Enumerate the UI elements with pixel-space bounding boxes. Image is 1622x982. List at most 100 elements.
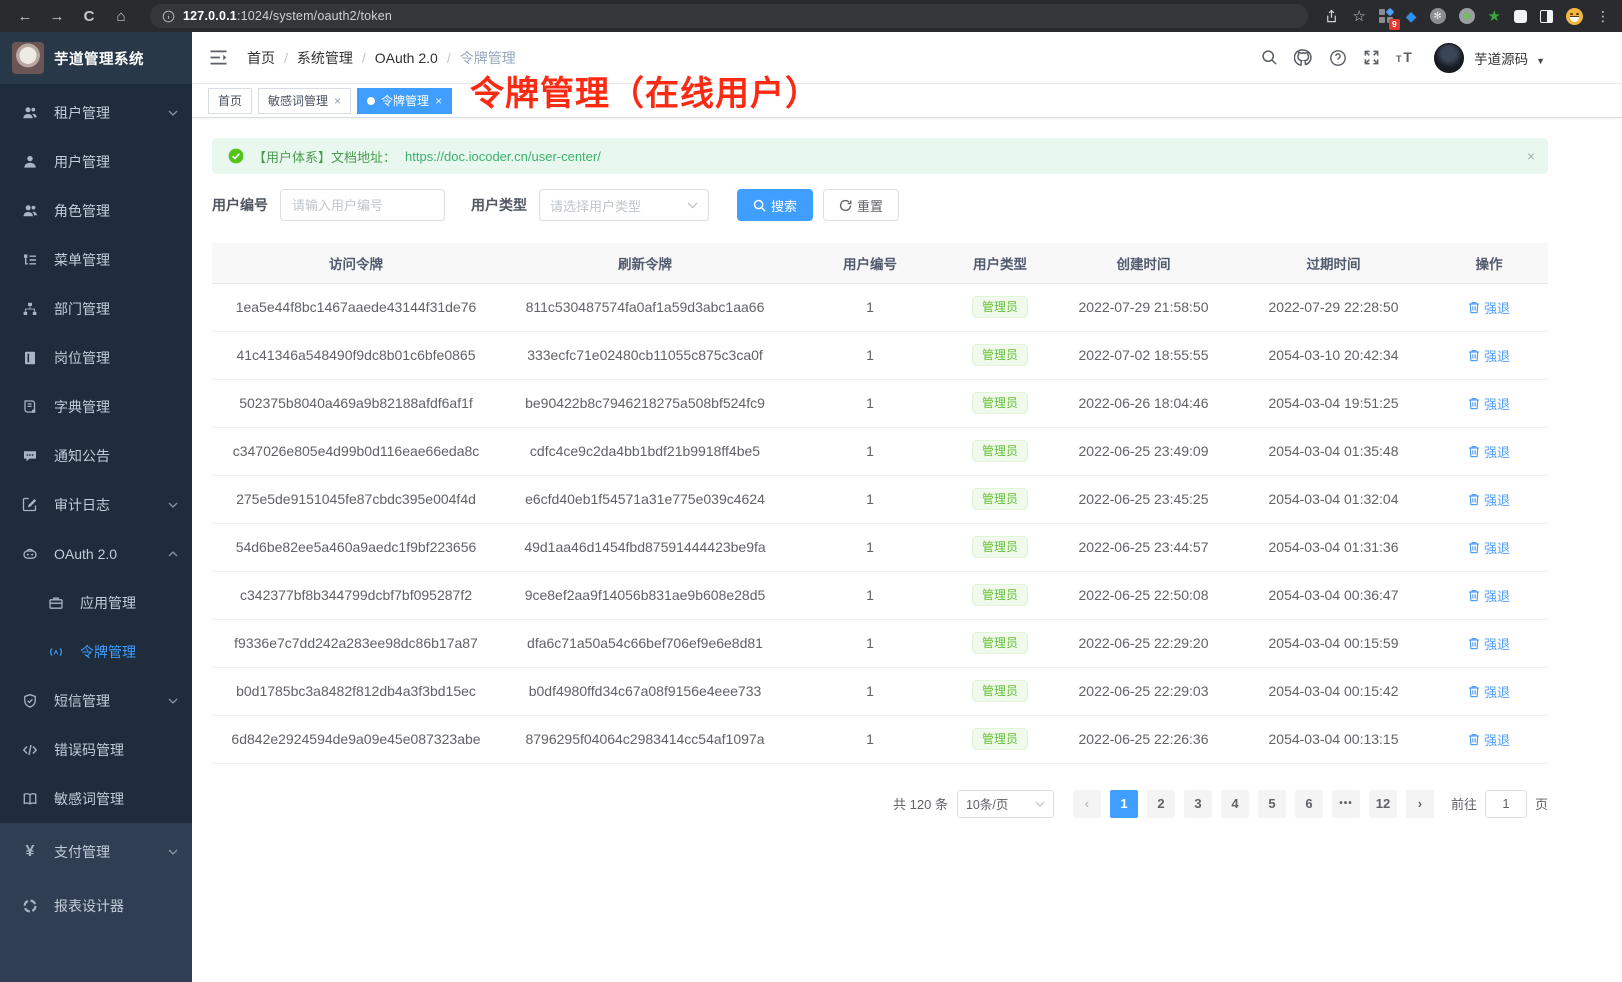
force-logout-button[interactable]: 强退	[1468, 730, 1510, 749]
user-type-select[interactable]: 请选择用户类型	[539, 189, 709, 221]
address-bar[interactable]: 127.0.0.1:1024/system/oauth2/token	[150, 4, 1308, 28]
refresh-token-cell: dfa6c71a50a54c66bef706ef9e6e8d81	[500, 619, 790, 667]
user-avatar[interactable]	[1434, 43, 1464, 73]
breadcrumb-oauth[interactable]: OAuth 2.0	[375, 50, 438, 66]
chevron-down-icon	[168, 502, 178, 508]
extensions-puzzle-icon[interactable]	[1514, 10, 1527, 23]
active-dot	[367, 97, 375, 105]
extension-tag-manager-icon[interactable]: 9	[1379, 9, 1393, 23]
extension-star-icon[interactable]: ★	[1488, 7, 1501, 25]
sidebar-item-audit-log[interactable]: 审计日志	[0, 480, 192, 529]
trash-icon	[1468, 589, 1480, 602]
reset-button[interactable]: 重置	[823, 189, 899, 221]
doc-link[interactable]: https://doc.iocoder.cn/user-center/	[405, 149, 601, 164]
force-logout-button[interactable]: 强退	[1468, 490, 1510, 509]
tab-token-manage[interactable]: 令牌管理 ×	[357, 88, 452, 114]
sidebar-item-tenant[interactable]: 租户管理	[0, 88, 192, 137]
sidebar-item-pay[interactable]: ¥ 支付管理	[0, 825, 192, 879]
tab-home[interactable]: 首页	[208, 88, 252, 114]
sidebar-item-dict[interactable]: 字典管理	[0, 382, 192, 431]
extension-recorder-icon[interactable]	[1459, 8, 1475, 24]
site-info-icon[interactable]	[162, 10, 175, 23]
side-panel-icon[interactable]	[1540, 10, 1553, 23]
sidebar-item-errcode[interactable]: 错误码管理	[0, 725, 192, 774]
expires-cell: 2054-03-04 19:51:25	[1237, 379, 1430, 427]
sidebar-item-oauth-token[interactable]: A 令牌管理	[0, 627, 192, 676]
force-logout-button[interactable]: 强退	[1468, 346, 1510, 365]
tab-sensitive-words[interactable]: 敏感词管理 ×	[258, 88, 351, 114]
page-button-6[interactable]: 6	[1295, 790, 1323, 818]
user-type-badge: 管理员	[972, 584, 1028, 606]
user-id-input[interactable]	[280, 189, 445, 221]
force-logout-button[interactable]: 强退	[1468, 298, 1510, 317]
hamburger-icon[interactable]	[209, 49, 228, 66]
prev-page-button[interactable]: ‹	[1073, 790, 1101, 818]
table-row: c342377bf8b344799dcbf7bf095287f29ce8ef2a…	[212, 571, 1548, 619]
sidebar-item-menu[interactable]: 菜单管理	[0, 235, 192, 284]
dictionary-icon	[21, 399, 39, 415]
page-ellipsis[interactable]: •••	[1332, 790, 1360, 818]
sidebar-item-notice[interactable]: 通知公告	[0, 431, 192, 480]
force-logout-button[interactable]: 强退	[1468, 442, 1510, 461]
force-logout-button[interactable]: 强退	[1468, 394, 1510, 413]
access-token-cell: 6d842e2924594de9a09e45e087323abe	[212, 715, 500, 763]
users-icon	[21, 105, 39, 121]
next-page-button[interactable]: ›	[1406, 790, 1434, 818]
search-button[interactable]: 搜索	[737, 189, 813, 221]
share-icon[interactable]	[1324, 9, 1339, 24]
force-logout-button[interactable]: 强退	[1468, 538, 1510, 557]
sidebar-item-sensitive-words[interactable]: 敏感词管理	[0, 774, 192, 823]
sidebar-item-post[interactable]: 岗位管理	[0, 333, 192, 382]
sidebar-item-report-designer[interactable]: 报表设计器	[0, 879, 192, 933]
username[interactable]: 芋道源码	[1474, 48, 1528, 68]
alert-close-icon[interactable]: ×	[1527, 148, 1535, 164]
breadcrumb-current: 令牌管理	[460, 48, 516, 68]
force-logout-button[interactable]: 强退	[1468, 586, 1510, 605]
refresh-token-cell: 9ce8ef2aa9f14056b831ae9b608e28d5	[500, 571, 790, 619]
expires-cell: 2054-03-04 01:35:48	[1237, 427, 1430, 475]
profile-avatar-icon[interactable]	[1566, 8, 1583, 25]
extension-command-icon[interactable]: ✻	[1430, 8, 1446, 24]
page-button-5[interactable]: 5	[1258, 790, 1286, 818]
browser-reload-button[interactable]: C	[76, 4, 102, 28]
sidebar-item-role[interactable]: 角色管理	[0, 186, 192, 235]
sidebar-item-user[interactable]: 用户管理	[0, 137, 192, 186]
caret-down-icon[interactable]: ▼	[1536, 56, 1545, 66]
page-button-2[interactable]: 2	[1147, 790, 1175, 818]
breadcrumb-system[interactable]: 系统管理	[297, 48, 353, 68]
font-size-icon[interactable]: TT	[1396, 49, 1418, 66]
table-body: 1ea5e44f8bc1467aaede43144f31de76811c5304…	[212, 283, 1548, 763]
browser-menu-icon[interactable]: ⋮	[1596, 9, 1610, 23]
user-type-badge: 管理员	[972, 680, 1028, 702]
sidebar-item-sms[interactable]: 短信管理	[0, 676, 192, 725]
help-icon[interactable]	[1329, 49, 1347, 67]
github-icon[interactable]	[1294, 48, 1313, 67]
close-icon[interactable]: ×	[435, 94, 442, 108]
force-logout-button[interactable]: 强退	[1468, 682, 1510, 701]
page-size-select[interactable]: 10条/页	[957, 790, 1054, 818]
goto-page-input[interactable]	[1485, 790, 1527, 818]
sidebar-item-oauth-apps[interactable]: 应用管理	[0, 578, 192, 627]
page-button-1[interactable]: 1	[1110, 790, 1138, 818]
browser-home-button[interactable]: ⌂	[108, 4, 134, 28]
page-button-3[interactable]: 3	[1184, 790, 1212, 818]
search-icon[interactable]	[1261, 49, 1278, 66]
table-row: f9336e7c7dd242a283ee98dc86b17a87dfa6c71a…	[212, 619, 1548, 667]
sidebar-item-oauth2[interactable]: OAuth 2.0	[0, 529, 192, 578]
sidebar-item-dept[interactable]: 部门管理	[0, 284, 192, 333]
breadcrumb-home[interactable]: 首页	[247, 48, 275, 68]
bookmark-star-icon[interactable]: ☆	[1352, 9, 1365, 24]
close-icon[interactable]: ×	[334, 94, 341, 108]
browser-forward-button[interactable]: →	[44, 4, 70, 28]
user-type-cell: 管理员	[950, 331, 1050, 379]
fullscreen-icon[interactable]	[1363, 49, 1380, 66]
comment-icon	[21, 448, 39, 464]
briefcase-icon	[47, 595, 65, 611]
force-logout-button[interactable]: 强退	[1468, 634, 1510, 653]
page-button-12[interactable]: 12	[1369, 790, 1397, 818]
page-button-4[interactable]: 4	[1221, 790, 1249, 818]
app-logo[interactable]: 芋道管理系统	[0, 32, 192, 84]
extension-gem-icon[interactable]: ◆	[1406, 8, 1417, 25]
user-type-badge: 管理员	[972, 632, 1028, 654]
browser-back-button[interactable]: ←	[12, 4, 38, 28]
